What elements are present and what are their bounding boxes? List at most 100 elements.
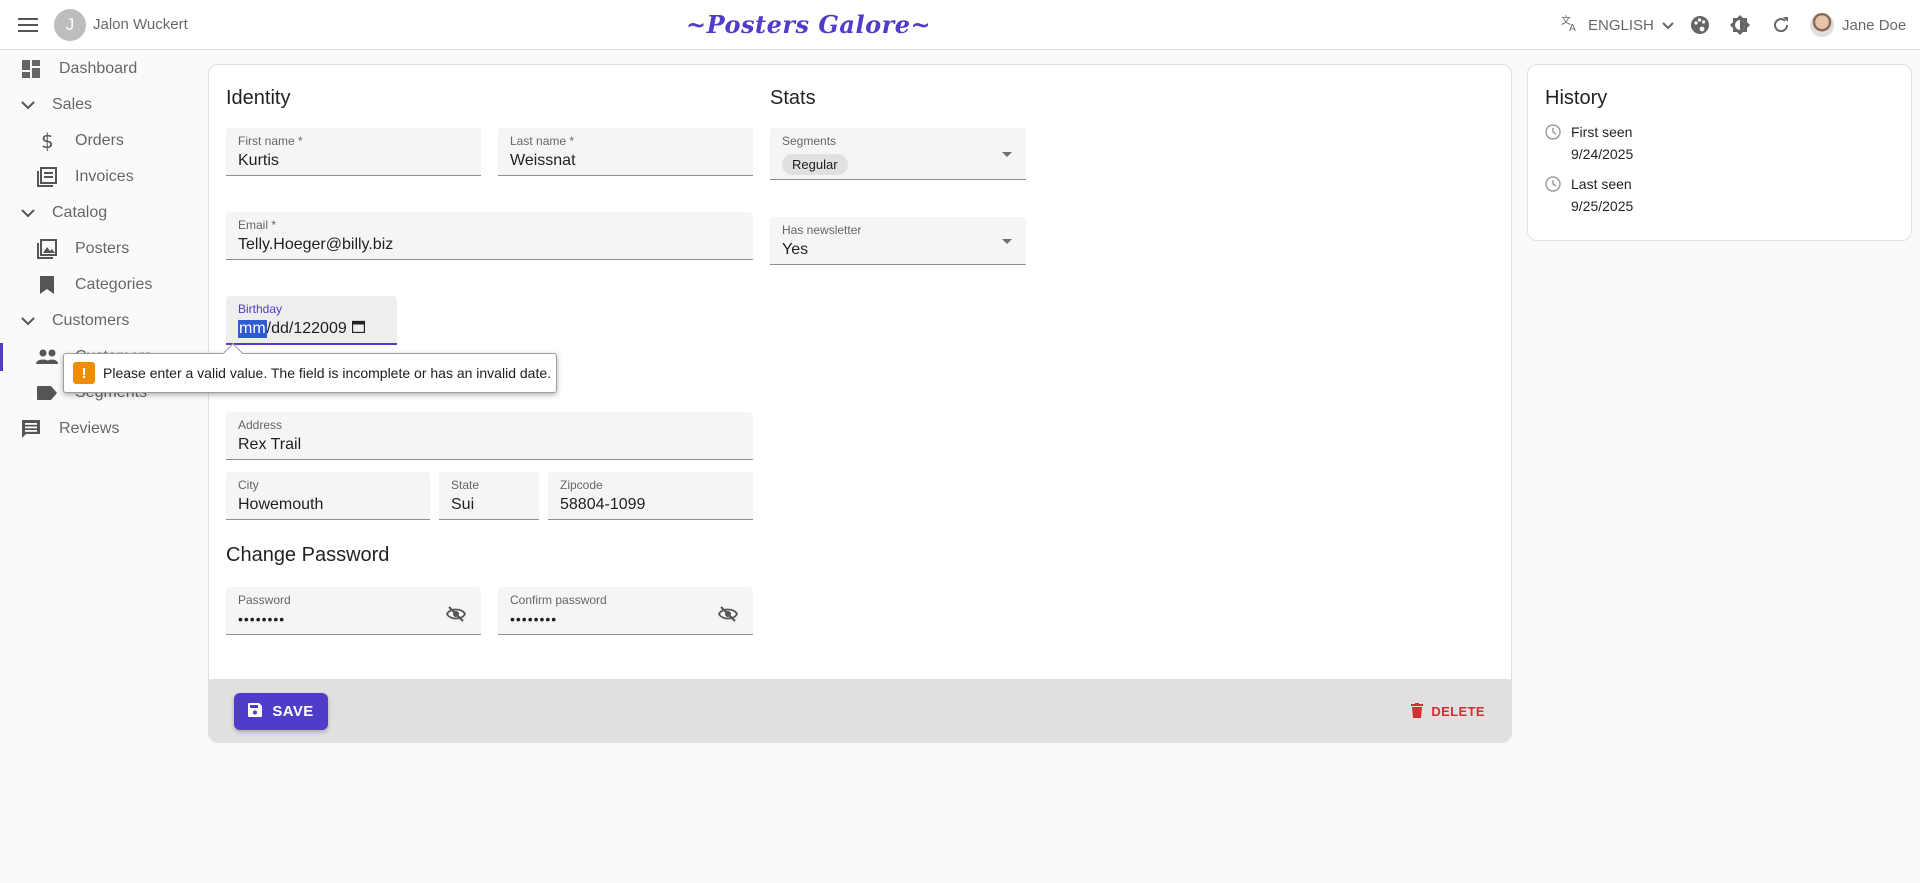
field-label: Has newsletter <box>782 223 862 237</box>
address-field[interactable]: Address Rex Trail <box>226 412 753 460</box>
city-field[interactable]: City Howemouth <box>226 472 430 520</box>
field-value: Howemouth <box>238 496 324 513</box>
change-password-title: Change Password <box>226 544 390 566</box>
newsletter-select[interactable]: Has newsletter Yes <box>770 217 1026 265</box>
sidebar-group-sales[interactable]: Sales <box>0 87 200 123</box>
date-month-segment[interactable]: mm <box>238 320 267 338</box>
field-label: Birthday <box>238 302 283 316</box>
brand-logo: ~Posters Galore~ <box>686 10 932 39</box>
field-value: Kurtis <box>238 152 279 169</box>
sidebar-item-label: Catalog <box>52 204 108 221</box>
field-label: Address <box>238 418 283 432</box>
history-card: History First seen 9/24/2025 Last seen 9… <box>1527 64 1912 241</box>
chevron-down-icon <box>16 201 40 225</box>
validation-message: Please enter a valid value. The field is… <box>103 365 552 381</box>
birthday-field[interactable]: Birthday mm /dd/122009 <box>226 296 397 345</box>
field-value: •••••••• <box>238 611 286 627</box>
field-value: Telly.Hoeger@billy.biz <box>238 236 394 253</box>
segments-select[interactable]: Segments Regular <box>770 128 1026 180</box>
sidebar-group-catalog[interactable]: Catalog <box>0 195 200 231</box>
palette-icon[interactable] <box>1688 13 1712 37</box>
validation-tooltip: ! Please enter a valid value. The field … <box>63 343 557 393</box>
sidebar-item-label: Reviews <box>59 420 120 437</box>
password-field[interactable]: Password •••••••• <box>226 587 481 635</box>
user-avatar[interactable]: J <box>54 9 86 41</box>
image-icon <box>35 237 59 261</box>
history-title: History <box>1545 87 1608 109</box>
first-seen-label: First seen <box>1571 124 1633 140</box>
sidebar-item-label: Posters <box>75 240 130 257</box>
field-value: Sui <box>451 496 475 513</box>
save-label: SAVE <box>272 703 314 720</box>
segment-chip[interactable]: Regular <box>782 154 848 175</box>
chevron-down-icon <box>16 93 40 117</box>
customer-edit-form: Identity First name * Kurtis Last name *… <box>208 64 1512 743</box>
theme-toggle-icon[interactable] <box>1728 13 1752 37</box>
last-seen-date: 9/25/2025 <box>1571 198 1634 214</box>
first-name-field[interactable]: First name * Kurtis <box>226 128 481 176</box>
refresh-icon[interactable] <box>1769 13 1793 37</box>
first-seen-date: 9/24/2025 <box>1571 146 1634 162</box>
field-label: Confirm password <box>510 593 607 607</box>
menu-icon[interactable] <box>14 11 42 39</box>
sidebar-item-dashboard[interactable]: Dashboard <box>0 51 200 87</box>
visibility-off-icon[interactable] <box>445 603 467 625</box>
save-button[interactable]: SAVE <box>234 693 328 730</box>
confirm-password-field[interactable]: Confirm password •••••••• <box>498 587 753 635</box>
sidebar-item-orders[interactable]: $ Orders <box>0 123 200 159</box>
people-icon <box>35 345 59 369</box>
sidebar-item-posters[interactable]: Posters <box>0 231 200 267</box>
field-value: Yes <box>782 241 809 258</box>
user-name: Jalon Wuckert <box>93 16 188 33</box>
bookmark-icon <box>35 273 59 297</box>
field-label: Password <box>238 593 291 607</box>
invoices-icon <box>35 165 59 189</box>
clock-icon <box>1545 173 1561 217</box>
field-value: Rex Trail <box>238 436 302 453</box>
sidebar-item-label: Customers <box>52 312 130 329</box>
sidebar-item-invoices[interactable]: Invoices <box>0 159 200 195</box>
field-label: City <box>238 478 259 492</box>
dashboard-icon <box>19 57 43 81</box>
visibility-off-icon[interactable] <box>717 603 739 625</box>
account-avatar <box>1810 13 1834 37</box>
app-bar: J Jalon Wuckert ~Posters Galore~ 文A ENGL… <box>0 0 1920 50</box>
delete-button[interactable]: DELETE <box>1411 699 1485 724</box>
dropdown-arrow-icon <box>1002 239 1012 244</box>
sidebar-item-categories[interactable]: Categories <box>0 267 200 303</box>
zipcode-field[interactable]: Zipcode 58804-1099 <box>548 472 753 520</box>
language-label: ENGLISH <box>1588 16 1654 34</box>
state-field[interactable]: State Sui <box>439 472 539 520</box>
field-label: Segments <box>782 134 837 148</box>
sidebar-item-label: Invoices <box>75 168 134 185</box>
field-value: •••••••• <box>510 611 558 627</box>
sidebar-group-customers[interactable]: Customers <box>0 303 200 339</box>
calendar-icon[interactable] <box>351 320 365 338</box>
comment-icon <box>19 417 43 441</box>
account-menu[interactable]: Jane Doe <box>1810 13 1906 37</box>
field-label: Last name * <box>510 134 575 148</box>
language-selector[interactable]: 文A ENGLISH <box>1560 13 1674 37</box>
last-seen-row: Last seen 9/25/2025 <box>1545 173 1633 217</box>
field-value: 58804-1099 <box>560 496 646 513</box>
warning-icon: ! <box>73 362 95 384</box>
last-seen-label: Last seen <box>1571 176 1632 192</box>
field-label: First name * <box>238 134 303 148</box>
email-field[interactable]: Email * Telly.Hoeger@billy.biz <box>226 212 753 260</box>
dollar-icon: $ <box>35 129 59 153</box>
sidebar-item-label: Dashboard <box>59 60 138 77</box>
sidebar-item-label: Orders <box>75 132 124 149</box>
field-label: Zipcode <box>560 478 603 492</box>
svg-text:A: A <box>1569 23 1576 33</box>
chevron-down-icon <box>16 309 40 333</box>
first-seen-row: First seen 9/24/2025 <box>1545 121 1633 165</box>
label-icon <box>35 381 59 405</box>
save-icon <box>248 702 263 721</box>
sidebar-item-reviews[interactable]: Reviews <box>0 411 200 447</box>
stats-title: Stats <box>770 87 816 109</box>
dropdown-arrow-icon <box>1002 152 1012 157</box>
translate-icon: 文A <box>1560 13 1580 37</box>
date-rest-segment[interactable]: /dd/122009 <box>267 320 347 338</box>
last-name-field[interactable]: Last name * Weissnat <box>498 128 753 176</box>
birthday-value: mm /dd/122009 <box>238 320 365 338</box>
